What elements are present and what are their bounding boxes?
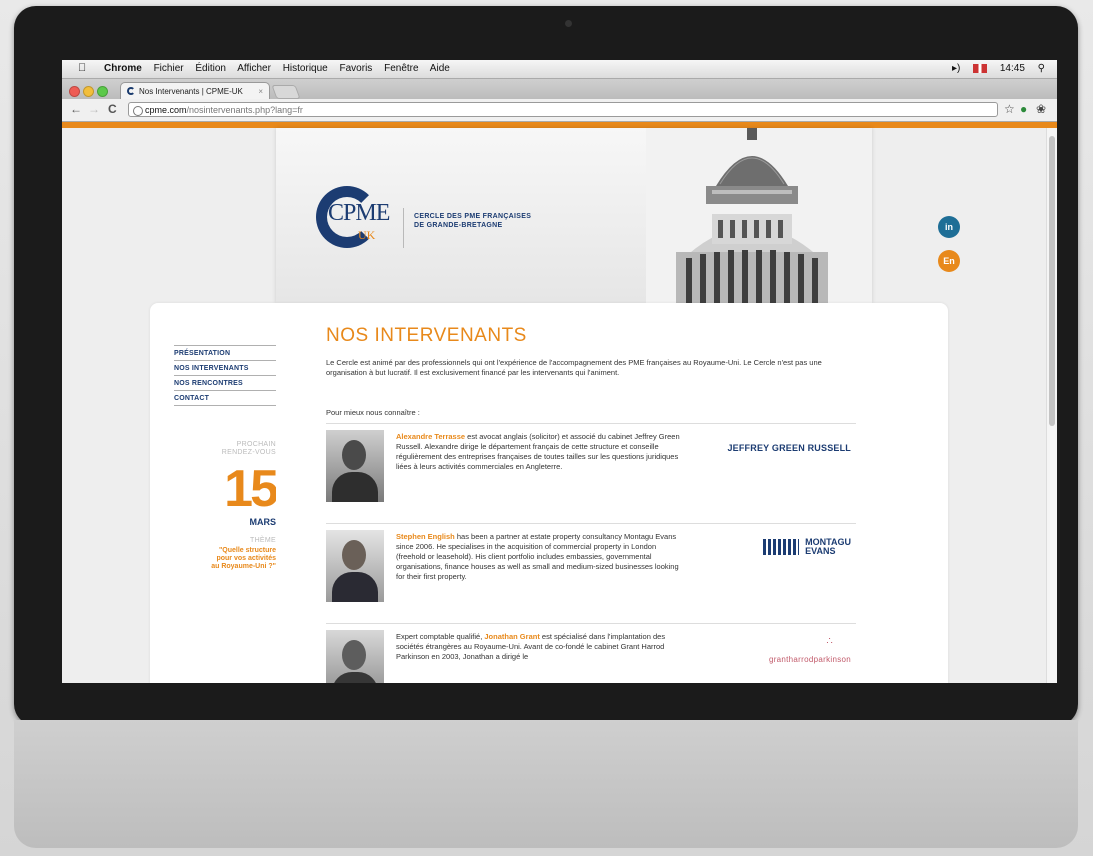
speaker-card: Alexandre Terrasse est avocat anglais (s…: [326, 423, 856, 520]
firm-logo[interactable]: MONTAGU EVANS: [696, 538, 851, 559]
speaker-bio: Alexandre Terrasse est avocat anglais (s…: [396, 432, 686, 472]
theme-line-3: au Royaume-Uni ?": [211, 563, 276, 570]
montagu-evans-logo: MONTAGU EVANS: [763, 538, 851, 556]
next-meeting-month: MARS: [249, 517, 277, 527]
tab-active[interactable]: Nos Intervenants | CPME-UK ×: [120, 82, 270, 99]
logo-text: CPME: [328, 200, 390, 226]
sidebar-item-nos-rencontres[interactable]: NOS RENCONTRES: [174, 376, 276, 391]
monitor-chin: [14, 720, 1078, 848]
menu-aide[interactable]: Aide: [430, 63, 450, 74]
close-window-button[interactable]: [69, 86, 80, 97]
speaker-photo: [326, 430, 384, 502]
grant-logo: ∴ grantharrodparkinson: [696, 636, 851, 664]
scrollbar-thumb[interactable]: [1049, 136, 1055, 426]
new-tab-button[interactable]: [271, 85, 301, 99]
menu-historique[interactable]: Historique: [283, 63, 328, 74]
speaker-name[interactable]: Alexandre Terrasse: [396, 432, 465, 441]
screen:  Chrome Fichier Édition Afficher Histor…: [62, 60, 1057, 683]
speaker-bio: Expert comptable qualifié, Jonathan Gran…: [396, 632, 686, 662]
tab-strip: Nos Intervenants | CPME-UK ×: [62, 79, 1057, 99]
speaker-card: Stephen English has been a partner at es…: [326, 523, 856, 620]
tagline-line-1: CERCLE DES PME FRANÇAISES: [414, 213, 532, 220]
grant-star-icon: ∴: [826, 636, 833, 647]
tagline-line-2: DE GRANDE-BRETAGNE: [414, 222, 503, 229]
sidebar-item-presentation[interactable]: PRÉSENTATION: [174, 345, 276, 361]
browser-toolbar: ← → C cpme.com/nosintervenants.php?lang=…: [62, 99, 1057, 122]
sidebar-item-nos-intervenants[interactable]: NOS INTERVENANTS: [174, 361, 276, 376]
intro-paragraph: Le Cercle est animé par des professionne…: [326, 358, 822, 377]
menu-fenetre[interactable]: Fenêtre: [384, 63, 418, 74]
tab-title: Nos Intervenants | CPME-UK: [139, 87, 243, 96]
reload-icon[interactable]: C: [108, 102, 117, 116]
logo-uk: UK: [358, 228, 376, 242]
menubar-status: ▸) 14:45 ⚲: [942, 63, 1045, 74]
speaker-name[interactable]: Jonathan Grant: [484, 632, 539, 641]
theme-line-2: pour vos activités: [216, 555, 276, 562]
next-meeting-label-1: PROCHAIN: [236, 441, 276, 448]
next-meeting-block: PROCHAIN RENDEZ-VOUS 15 MARS THÈME "Quel…: [174, 441, 279, 571]
url-path: /nosintervenants.php?lang=fr: [186, 105, 303, 115]
firm-name: grantharrodparkinson: [768, 655, 851, 664]
firm-logo[interactable]: JEFFREY GREEN RUSSELL: [696, 438, 851, 456]
close-tab-icon[interactable]: ×: [258, 83, 263, 100]
menu-list: Chrome Fichier Édition Afficher Historiq…: [104, 63, 459, 74]
globe-icon: [133, 106, 143, 116]
star-icon[interactable]: ☆: [1004, 102, 1015, 116]
theme-label: THÈME: [250, 537, 276, 544]
firm-name-line-2: EVANS: [805, 546, 836, 556]
zoom-window-button[interactable]: [97, 86, 108, 97]
english-language-button[interactable]: En: [938, 250, 960, 272]
speaker-description-prefix: Expert comptable qualifié,: [396, 632, 485, 641]
page-scrollbar[interactable]: [1046, 128, 1057, 683]
linkedin-button[interactable]: in: [938, 216, 960, 238]
wrench-icon[interactable]: ❀: [1036, 102, 1046, 116]
web-page: CPME UK CERCLE DES PME FRANÇAISES DE GRA…: [62, 128, 1047, 683]
minimize-window-button[interactable]: [83, 86, 94, 97]
speaker-bio: Stephen English has been a partner at es…: [396, 532, 686, 582]
know-more-text: Pour mieux nous connaître :: [326, 408, 420, 417]
speaker-photo: [326, 530, 384, 602]
volume-icon[interactable]: ▸): [952, 63, 960, 74]
next-meeting-label-2: RENDEZ-VOUS: [221, 449, 276, 456]
montagu-bars-icon: [763, 539, 800, 555]
address-bar[interactable]: cpme.com/nosintervenants.php?lang=fr: [128, 102, 998, 117]
url-domain: cpme.com: [145, 105, 187, 115]
firm-name: JEFFREY GREEN RUSSELL: [727, 443, 851, 453]
theme-text[interactable]: "Quelle structure pour vos activités au …: [174, 547, 276, 571]
next-meeting-day: 15: [224, 460, 279, 518]
menu-favoris[interactable]: Favoris: [340, 63, 373, 74]
menu-fichier[interactable]: Fichier: [154, 63, 184, 74]
apple-icon[interactable]: : [78, 62, 86, 74]
mac-menubar:  Chrome Fichier Édition Afficher Histor…: [62, 60, 1057, 79]
logo-divider: [403, 208, 404, 248]
uk-flag-icon[interactable]: [973, 63, 988, 73]
content-card: PRÉSENTATION NOS INTERVENANTS NOS RENCON…: [150, 303, 948, 683]
sidebar-item-contact[interactable]: CONTACT: [174, 391, 276, 406]
site-tagline: CERCLE DES PME FRANÇAISES DE GRANDE-BRET…: [414, 212, 554, 230]
camera-dot: [565, 20, 572, 27]
main-column: NOS INTERVENANTS Le Cercle est animé par…: [276, 303, 856, 683]
backdrop:  Chrome Fichier Édition Afficher Histor…: [0, 0, 1093, 856]
sidebar-nav: PRÉSENTATION NOS INTERVENANTS NOS RENCON…: [174, 345, 276, 406]
site-header: CPME UK CERCLE DES PME FRANÇAISES DE GRA…: [276, 128, 872, 303]
menu-afficher[interactable]: Afficher: [237, 63, 271, 74]
cpme-logo[interactable]: CPME UK: [316, 186, 390, 256]
page-title: NOS INTERVENANTS: [326, 325, 527, 346]
speaker-photo: [326, 630, 384, 683]
speaker-card: Expert comptable qualifié, Jonathan Gran…: [326, 623, 856, 683]
forward-icon[interactable]: →: [88, 102, 100, 116]
theme-line-1: "Quelle structure: [218, 547, 276, 554]
menu-app-name[interactable]: Chrome: [104, 63, 142, 74]
menu-edition[interactable]: Édition: [195, 63, 226, 74]
spotlight-icon[interactable]: ⚲: [1038, 63, 1045, 74]
clock[interactable]: 14:45: [1000, 63, 1025, 74]
extension-icon[interactable]: ●: [1020, 102, 1027, 116]
firm-logo[interactable]: ∴ grantharrodparkinson: [696, 636, 851, 667]
favicon-icon: [127, 87, 135, 95]
dome-image: [646, 128, 872, 303]
back-icon[interactable]: ←: [70, 102, 82, 116]
speaker-name[interactable]: Stephen English: [396, 532, 455, 541]
